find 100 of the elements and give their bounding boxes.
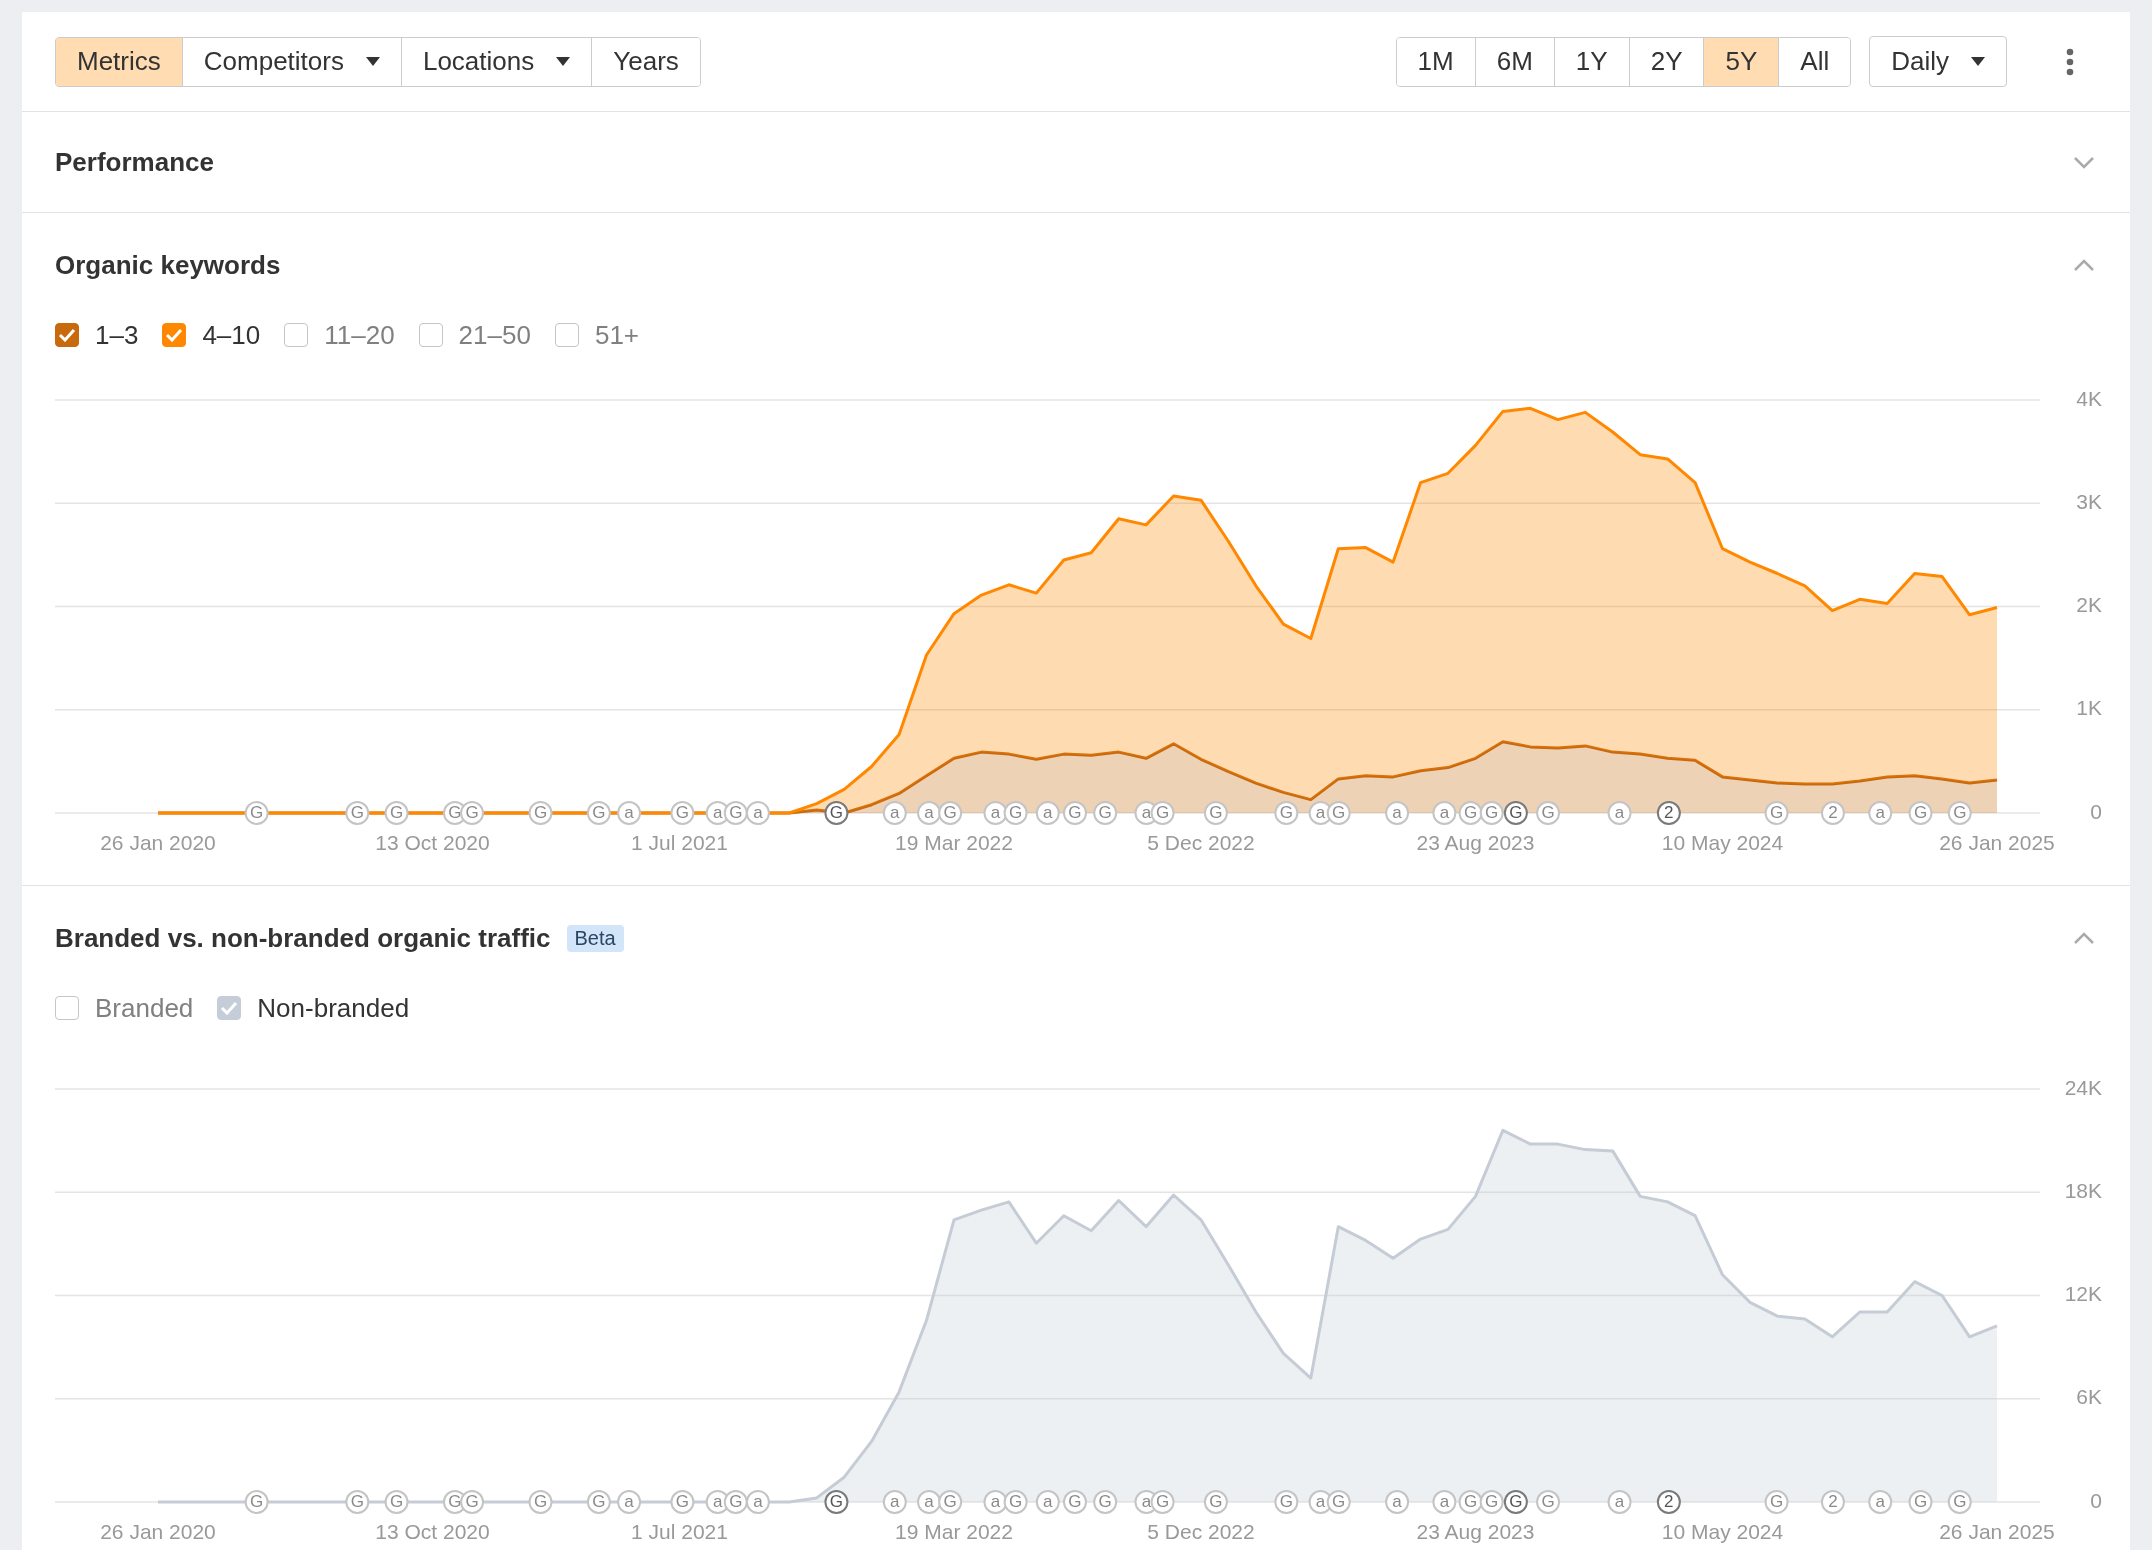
event-marker[interactable]: G (244, 1490, 269, 1514)
event-marker[interactable]: G (345, 801, 370, 825)
event-marker[interactable]: G (1947, 1490, 1972, 1514)
event-marker[interactable]: G (1203, 1490, 1228, 1514)
event-marker[interactable]: G (1503, 801, 1528, 825)
event-marker[interactable]: 2 (1820, 1490, 1845, 1514)
event-marker[interactable]: G (1536, 1490, 1561, 1514)
axis-label: 26 Jan 2020 (100, 1519, 216, 1543)
chevron-icon[interactable] (2073, 258, 2095, 272)
chevron-icon[interactable] (2073, 931, 2095, 945)
event-marker[interactable]: a (745, 1490, 770, 1514)
event-marker[interactable]: G (670, 1490, 695, 1514)
event-marker[interactable]: G (723, 1490, 748, 1514)
tab[interactable]: Metrics (56, 37, 182, 86)
event-marker[interactable]: G (723, 801, 748, 825)
range-button[interactable]: 5Y (1703, 37, 1779, 86)
event-marker[interactable]: a (745, 801, 770, 825)
event-marker[interactable]: G (528, 801, 553, 825)
event-marker[interactable]: G (1093, 801, 1118, 825)
axis-label: 0 (2090, 799, 2102, 823)
axis-label: 5 Dec 2022 (1147, 1519, 1255, 1543)
event-marker[interactable]: a (1035, 1490, 1060, 1514)
checkbox[interactable] (418, 323, 443, 347)
chevron-icon[interactable] (2073, 155, 2095, 169)
event-marker[interactable]: G (1093, 1490, 1118, 1514)
event-marker[interactable]: G (1003, 801, 1028, 825)
event-marker[interactable]: a (917, 801, 942, 825)
event-marker[interactable]: G (1908, 801, 1933, 825)
event-marker[interactable]: G (384, 801, 409, 825)
event-marker[interactable]: G (824, 1490, 849, 1514)
event-marker[interactable]: G (938, 801, 963, 825)
event-marker[interactable]: 2 (1656, 801, 1681, 825)
event-marker[interactable]: a (1432, 801, 1457, 825)
event-marker[interactable]: a (1432, 1490, 1457, 1514)
event-marker[interactable]: a (983, 1490, 1008, 1514)
checkbox[interactable] (284, 323, 309, 347)
event-marker[interactable]: G (1536, 801, 1561, 825)
event-marker[interactable]: G (1479, 801, 1504, 825)
event-marker[interactable]: G (244, 801, 269, 825)
event-marker[interactable]: G (384, 1490, 409, 1514)
event-marker[interactable]: a (1868, 801, 1893, 825)
event-marker[interactable]: G (1326, 1490, 1351, 1514)
event-marker[interactable]: G (938, 1490, 963, 1514)
event-marker[interactable]: G (1764, 801, 1789, 825)
event-marker[interactable]: G (1003, 1490, 1028, 1514)
axis-label: 19 Mar 2022 (895, 1519, 1013, 1543)
checkbox[interactable] (554, 323, 579, 347)
range-button[interactable]: All (1778, 37, 1851, 86)
axis-label: 26 Jan 2025 (1939, 1519, 2055, 1543)
event-marker[interactable]: G (1063, 1490, 1087, 1514)
event-marker[interactable]: G (1150, 1490, 1175, 1514)
axis-label: 12K (2064, 1282, 2102, 1306)
event-marker[interactable]: a (882, 1490, 907, 1514)
axis-label: 13 Oct 2020 (375, 830, 490, 854)
event-marker[interactable]: G (1908, 1490, 1933, 1514)
event-marker[interactable]: G (1326, 801, 1351, 825)
event-marker[interactable]: G (1503, 1490, 1528, 1514)
event-marker[interactable]: G (1150, 801, 1175, 825)
event-marker[interactable]: 2 (1820, 801, 1845, 825)
event-marker[interactable]: G (1274, 801, 1299, 825)
event-marker[interactable]: a (1607, 1490, 1632, 1514)
axis-label: 4K (2076, 386, 2102, 410)
tab[interactable]: Years (591, 37, 700, 86)
event-marker[interactable]: a (1385, 1490, 1410, 1514)
event-marker[interactable]: a (1868, 1490, 1893, 1514)
event-marker[interactable]: G (586, 801, 611, 825)
event-marker[interactable]: G (1947, 801, 1972, 825)
checkbox-label: Non-branded (257, 992, 410, 1024)
event-marker[interactable]: G (460, 801, 485, 825)
more-menu-icon[interactable] (2065, 47, 2075, 76)
event-marker[interactable]: G (1458, 1490, 1483, 1514)
checkbox[interactable] (217, 996, 242, 1020)
beta-badge: Beta (566, 924, 624, 952)
event-marker[interactable]: G (824, 801, 849, 825)
event-marker[interactable]: a (882, 801, 907, 825)
checkbox[interactable] (55, 996, 79, 1020)
event-marker[interactable]: 2 (1656, 1490, 1681, 1514)
caret-icon (1971, 57, 1985, 66)
event-marker[interactable]: G (670, 801, 695, 825)
event-marker[interactable]: G (1203, 801, 1228, 825)
event-marker[interactable]: G (1063, 801, 1087, 825)
event-marker[interactable]: a (617, 1490, 642, 1514)
event-marker[interactable]: a (1385, 801, 1410, 825)
checkbox-label: 51+ (594, 319, 640, 351)
event-marker[interactable]: a (1035, 801, 1060, 825)
event-marker[interactable]: G (1479, 1490, 1504, 1514)
event-marker[interactable]: a (1607, 801, 1632, 825)
event-marker[interactable]: G (528, 1490, 553, 1514)
event-marker[interactable]: a (917, 1490, 942, 1514)
event-marker[interactable]: G (1764, 1490, 1789, 1514)
interval-dropdown[interactable]: Daily (1869, 36, 2007, 87)
checkbox[interactable] (55, 323, 79, 347)
event-marker[interactable]: G (460, 1490, 485, 1514)
event-marker[interactable]: G (586, 1490, 611, 1514)
event-marker[interactable]: G (1274, 1490, 1299, 1514)
event-marker[interactable]: G (345, 1490, 370, 1514)
event-marker[interactable]: a (617, 801, 642, 825)
event-marker[interactable]: G (1458, 801, 1483, 825)
event-marker[interactable]: a (983, 801, 1008, 825)
checkbox[interactable] (162, 323, 187, 347)
